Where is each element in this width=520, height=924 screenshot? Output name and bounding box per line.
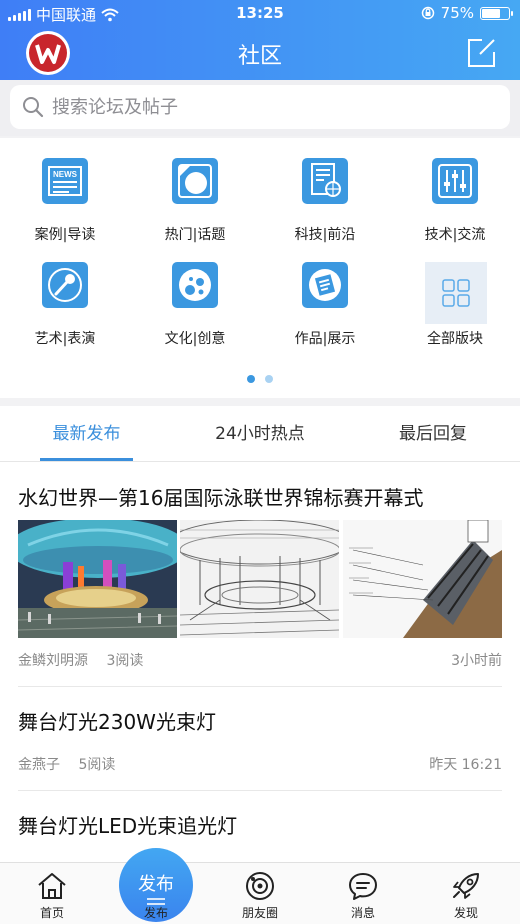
bottom-tab-bar: 首页 朋友圈 消息 发现 <box>0 862 520 924</box>
search-bar-container <box>0 80 520 136</box>
post-author[interactable]: 金鳞刘明源 <box>18 653 88 669</box>
grid-icon <box>425 262 487 324</box>
microphone-icon <box>42 262 88 308</box>
document-icon <box>302 262 348 308</box>
tab-label: 朋友圈 <box>241 906 278 920</box>
category-news[interactable]: NEWS 案例|导读 <box>0 138 130 243</box>
post-image[interactable] <box>18 520 177 638</box>
compose-icon[interactable] <box>466 38 496 68</box>
publish-tab-label[interactable]: 发布 <box>104 904 208 921</box>
page-indicator <box>0 368 520 387</box>
orientation-lock-icon <box>421 6 434 20</box>
publish-decoration <box>147 898 165 900</box>
divider <box>18 686 502 687</box>
category-label: 技术|交流 <box>424 227 486 243</box>
category-grid: NEWS 案例|导读 热门|话题 科技|前沿 技术|交流 艺术|表演 文化|创意… <box>0 138 520 398</box>
battery-percent: 75% <box>440 4 474 22</box>
tech-icon <box>302 158 348 204</box>
category-label: 热门|话题 <box>164 227 226 243</box>
category-label: 艺术|表演 <box>34 331 96 347</box>
tab-label: 首页 <box>39 906 64 920</box>
home-icon <box>38 873 66 899</box>
post-author[interactable]: 金燕子 <box>18 757 60 773</box>
category-label: 作品|展示 <box>294 331 356 347</box>
bubbles-icon <box>172 262 218 308</box>
post-reads: 3阅读 <box>106 653 144 669</box>
tab-last-reply[interactable]: 最后回复 <box>378 406 488 462</box>
tab-label: 消息 <box>350 906 375 920</box>
post-meta: 金鳞刘明源 3阅读 <box>18 650 143 670</box>
battery-icon <box>480 6 513 20</box>
category-hot-topics[interactable]: 热门|话题 <box>130 138 260 243</box>
post-title[interactable]: 舞台灯光LED光束追光灯 <box>18 810 237 839</box>
publish-label: 发布 <box>138 874 174 895</box>
tab-24h-hot[interactable]: 24小时热点 <box>190 406 330 462</box>
category-art[interactable]: 艺术|表演 <box>0 242 130 347</box>
tab-friends[interactable]: 朋友圈 <box>208 863 312 924</box>
tab-label: 发现 <box>453 906 478 920</box>
svg-text:NEWS: NEWS <box>53 170 78 179</box>
search-bar[interactable] <box>10 85 510 129</box>
category-label: 科技|前沿 <box>294 227 356 243</box>
friends-circle-icon <box>246 872 274 900</box>
rocket-icon <box>453 873 479 899</box>
post-time: 3小时前 <box>451 653 502 669</box>
category-label: 案例|导读 <box>34 227 96 243</box>
tab-indicator <box>40 458 133 461</box>
tab-messages[interactable]: 消息 <box>311 863 415 924</box>
divider <box>18 790 502 791</box>
community-page: 中国联通 13:25 75% 社区 搜索论坛及帖子 NEWS 案例|导读 热门|… <box>0 0 520 924</box>
news-icon: NEWS <box>42 158 88 204</box>
post-title[interactable]: 舞台灯光230W光束灯 <box>18 706 216 735</box>
category-works[interactable]: 作品|展示 <box>260 242 390 347</box>
tab-home[interactable]: 首页 <box>0 863 104 924</box>
page-dot-active[interactable] <box>247 375 255 383</box>
search-input[interactable] <box>52 94 482 120</box>
post-title[interactable]: 水幻世界—第16届国际泳联世界锦标赛开幕式 <box>18 482 423 511</box>
category-tech-exchange[interactable]: 技术|交流 <box>390 138 520 243</box>
category-label: 全部版块 <box>427 331 483 347</box>
category-culture[interactable]: 文化|创意 <box>130 242 260 347</box>
hot-topic-icon <box>172 158 218 204</box>
category-all[interactable]: 全部版块 <box>390 242 520 347</box>
feed-tabs: 最新发布 24小时热点 最后回复 <box>0 406 520 462</box>
message-icon <box>349 873 377 900</box>
post-meta: 金燕子 5阅读 <box>18 754 115 774</box>
post-image[interactable] <box>343 520 502 638</box>
mixer-icon <box>432 158 478 204</box>
status-bar: 中国联通 13:25 75% <box>0 0 520 26</box>
category-tech[interactable]: 科技|前沿 <box>260 138 390 243</box>
post-reads: 5阅读 <box>78 757 116 773</box>
page-dot[interactable] <box>265 375 273 383</box>
category-label: 文化|创意 <box>164 331 226 347</box>
tab-discover[interactable]: 发现 <box>414 863 518 924</box>
header: 中国联通 13:25 75% 社区 <box>0 0 520 80</box>
post-image[interactable] <box>180 520 339 638</box>
page-title: 社区 <box>237 44 282 69</box>
tab-latest[interactable]: 最新发布 <box>40 406 133 462</box>
post-time: 昨天 16:21 <box>429 757 502 773</box>
post-feed: 水幻世界—第16届国际泳联世界锦标赛开幕式 金鳞刘明源 3阅读 3小时前 舞台灯… <box>0 462 520 862</box>
search-icon <box>23 97 44 118</box>
